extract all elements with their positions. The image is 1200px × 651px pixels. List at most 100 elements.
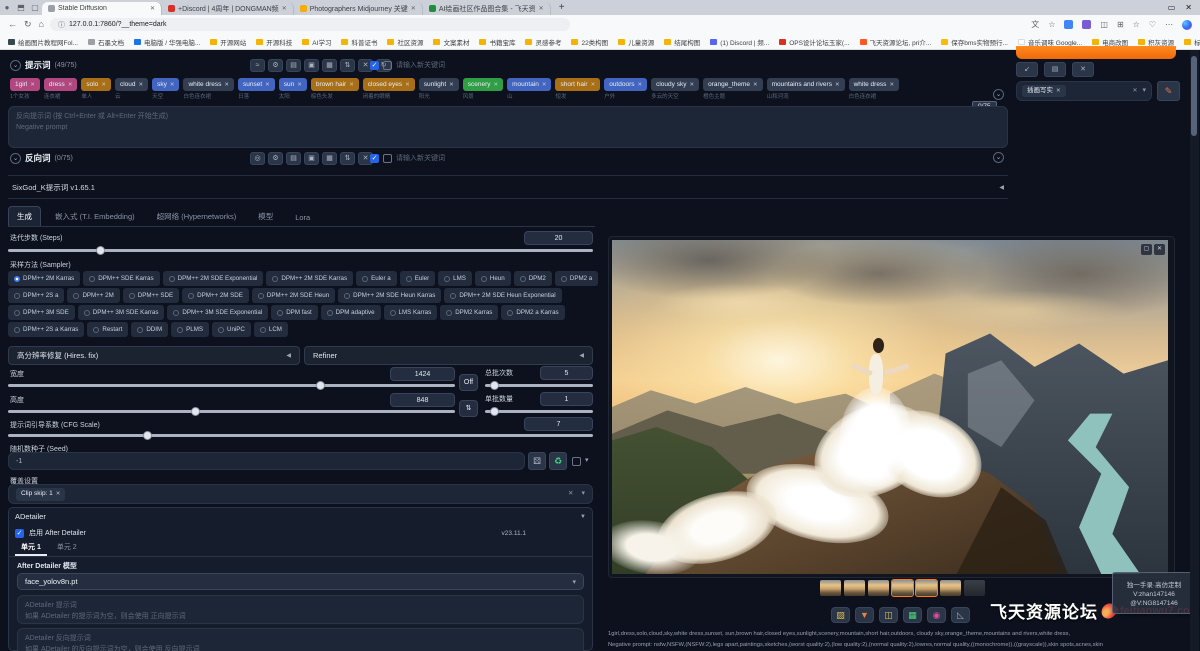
expand-negative-icon[interactable]: ⌄ bbox=[993, 152, 1004, 163]
tag-chip[interactable]: solo✕ bbox=[81, 78, 111, 91]
browser-tab[interactable]: AI绘画社区作品图合集 - 飞天资✕ bbox=[423, 2, 551, 15]
keyword-input[interactable]: 请输入新关键词 bbox=[396, 153, 445, 163]
reuse-seed-button[interactable]: ♻ bbox=[549, 452, 567, 470]
seed-input[interactable]: -1 bbox=[8, 452, 525, 470]
height-slider[interactable] bbox=[8, 410, 455, 413]
favorite-star-icon[interactable]: ☆ bbox=[1048, 20, 1055, 29]
sampler-option[interactable]: DPM++ 2M SDE Heun bbox=[252, 288, 335, 303]
cfg-slider[interactable] bbox=[8, 434, 593, 437]
sampler-option[interactable]: LCM bbox=[254, 322, 288, 337]
prompt-tag[interactable]: brown hair✕棕色头发 bbox=[311, 78, 359, 100]
paste-icon[interactable]: ▣ bbox=[304, 59, 319, 72]
tag-chip[interactable]: scenery✕ bbox=[463, 78, 503, 91]
expand-image-icon[interactable]: ▢ bbox=[1141, 244, 1152, 255]
sampler-option[interactable]: DPM++ 3M SDE bbox=[8, 305, 75, 320]
collections-icon[interactable]: ⊞ bbox=[1117, 20, 1124, 29]
sampler-option[interactable]: Euler bbox=[400, 271, 435, 286]
bookmark-item[interactable]: 开源科技 bbox=[256, 37, 292, 47]
home-icon[interactable]: ⌂ bbox=[39, 19, 44, 30]
bookmark-item[interactable]: 灵感参考 bbox=[525, 37, 561, 47]
prompt-tag[interactable]: dress✕连衣裙 bbox=[44, 78, 78, 100]
sixgod-accordion[interactable]: SixGod_K提示词 v1.65.1 ◀ bbox=[8, 175, 1008, 199]
slider-thumb[interactable] bbox=[490, 407, 499, 416]
remove-tag-icon[interactable]: ✕ bbox=[68, 82, 73, 88]
tab--hypernetworks-[interactable]: 超网络 (Hypernetworks) bbox=[149, 207, 245, 226]
prompt-tag[interactable]: cloudy sky✕多云的天空 bbox=[651, 78, 699, 100]
maximize-window-icon[interactable]: ▭ bbox=[1168, 3, 1176, 12]
send-to-img2img-button[interactable]: ▦ bbox=[903, 607, 922, 623]
sampler-option[interactable]: DPM++ 2M SDE Heun Exponential bbox=[444, 288, 561, 303]
bookmark-item[interactable]: 开源网站 bbox=[210, 37, 246, 47]
prompt-tag[interactable]: closed eyes✕闭着的眼睛 bbox=[363, 78, 415, 100]
bookmark-item[interactable]: 飞天资源论坛, pri介... bbox=[860, 37, 932, 47]
height-value[interactable]: 848 bbox=[390, 393, 455, 407]
cfg-value[interactable]: 7 bbox=[524, 417, 593, 431]
tab-close-icon[interactable]: ✕ bbox=[411, 5, 416, 12]
workspaces-icon[interactable]: ⬒ bbox=[14, 3, 28, 12]
extension-blue-icon[interactable] bbox=[1064, 20, 1073, 29]
batch-size-value[interactable]: 1 bbox=[540, 392, 593, 406]
copy-icon[interactable]: ▤ bbox=[286, 152, 301, 165]
translate-checkbox[interactable]: ✓ bbox=[370, 61, 379, 70]
bookmark-item[interactable]: 22类构图 bbox=[571, 37, 608, 47]
tag-chip[interactable]: sunlight✕ bbox=[419, 78, 459, 91]
site-info-icon[interactable]: ⓘ bbox=[58, 20, 65, 30]
clear-override-icon[interactable]: ✕ bbox=[568, 489, 573, 499]
sampler-option[interactable]: DPM++ SDE Karras bbox=[83, 271, 159, 286]
sampler-option[interactable]: DPM++ 3M SDE Karras bbox=[78, 305, 165, 320]
gallery-thumbnail[interactable] bbox=[820, 580, 841, 596]
back-icon[interactable]: ← bbox=[8, 19, 17, 30]
bookmark-item[interactable]: 儿童资源 bbox=[618, 37, 654, 47]
sampler-option[interactable]: DPM2 a bbox=[555, 271, 598, 286]
tag-chip[interactable]: outdoors✕ bbox=[604, 78, 647, 91]
tag-chip[interactable]: white dress✕ bbox=[849, 78, 899, 91]
sampler-option[interactable]: Restart bbox=[87, 322, 128, 337]
bookmark-item[interactable]: 结尾构图 bbox=[664, 37, 700, 47]
prompt-tag[interactable]: orange_theme✕橙色主题 bbox=[703, 78, 763, 100]
paste-icon[interactable]: ▣ bbox=[304, 152, 319, 165]
remove-tag-icon[interactable]: ✕ bbox=[170, 82, 175, 88]
tab-lora[interactable]: Lora bbox=[287, 209, 318, 226]
save-zip-button[interactable]: ◫ bbox=[879, 607, 898, 623]
sampler-option[interactable]: Euler a bbox=[356, 271, 397, 286]
clear-prompt-button[interactable]: ✕ bbox=[1072, 62, 1094, 77]
adetailer-header[interactable]: ADetailer ▼ bbox=[9, 508, 592, 525]
gear-icon[interactable]: ⚙ bbox=[268, 59, 283, 72]
negative-prompt-textarea[interactable]: 反向提示词 (按 Ctrl+Enter 或 Alt+Enter 开始生成) Ne… bbox=[8, 106, 1008, 148]
remove-tag-icon[interactable]: ✕ bbox=[542, 82, 547, 88]
styles-dropdown-icon[interactable]: ▾ bbox=[1142, 86, 1146, 97]
bookmark-item[interactable]: 标准资库 bbox=[1184, 37, 1200, 47]
sampler-option[interactable]: Heun bbox=[475, 271, 511, 286]
secondary-checkbox[interactable] bbox=[383, 61, 392, 70]
tag-chip[interactable]: closed eyes✕ bbox=[363, 78, 415, 91]
slider-thumb[interactable] bbox=[191, 407, 200, 416]
tag-chip[interactable]: short hair✕ bbox=[555, 78, 600, 91]
browser-tab[interactable]: Photographers Midjourney 关键✕ bbox=[294, 2, 423, 15]
seed-dropdown-icon[interactable]: ▾ bbox=[585, 456, 589, 464]
bookmark-item[interactable]: 电脑版 / 华强电脑... bbox=[134, 37, 200, 47]
remove-tag-icon[interactable]: ✕ bbox=[889, 82, 894, 88]
sampler-option[interactable]: DPM++ 2M bbox=[67, 288, 119, 303]
remove-tag-icon[interactable]: ✕ bbox=[591, 82, 596, 88]
sampler-option[interactable]: DPM++ 3M SDE Exponential bbox=[167, 305, 268, 320]
slider-thumb[interactable] bbox=[316, 381, 325, 390]
tab-close-icon[interactable]: ✕ bbox=[282, 5, 287, 12]
image-info-icon[interactable]: ▦ bbox=[322, 152, 337, 165]
sampler-option[interactable]: DPM++ 2M SDE Heun Karras bbox=[338, 288, 441, 303]
sampler-option[interactable]: DDIM bbox=[131, 322, 168, 337]
width-value[interactable]: 1424 bbox=[390, 367, 455, 381]
remove-tag-icon[interactable]: ✕ bbox=[835, 82, 840, 88]
image-info-icon[interactable]: ▦ bbox=[322, 59, 337, 72]
slider-thumb[interactable] bbox=[490, 381, 499, 390]
remove-tag-icon[interactable]: ✕ bbox=[753, 82, 758, 88]
generate-button[interactable] bbox=[1016, 46, 1176, 59]
sampler-option[interactable]: DPM++ 2S a Karras bbox=[8, 322, 84, 337]
expand-tags-icon[interactable]: ⌄ bbox=[993, 89, 1004, 100]
sampler-option[interactable]: DPM2 a Karras bbox=[501, 305, 564, 320]
bookmark-item[interactable]: 书籍宝库 bbox=[479, 37, 515, 47]
adetailer-model-dropdown[interactable]: face_yolov8n.pt ▾ bbox=[17, 573, 584, 590]
override-dropdown-icon[interactable]: ▾ bbox=[581, 489, 585, 500]
sampler-option[interactable]: DPM2 Karras bbox=[440, 305, 498, 320]
keyword-input[interactable]: 请输入新关键词 bbox=[396, 60, 445, 70]
gallery-thumbnail[interactable] bbox=[916, 580, 937, 596]
